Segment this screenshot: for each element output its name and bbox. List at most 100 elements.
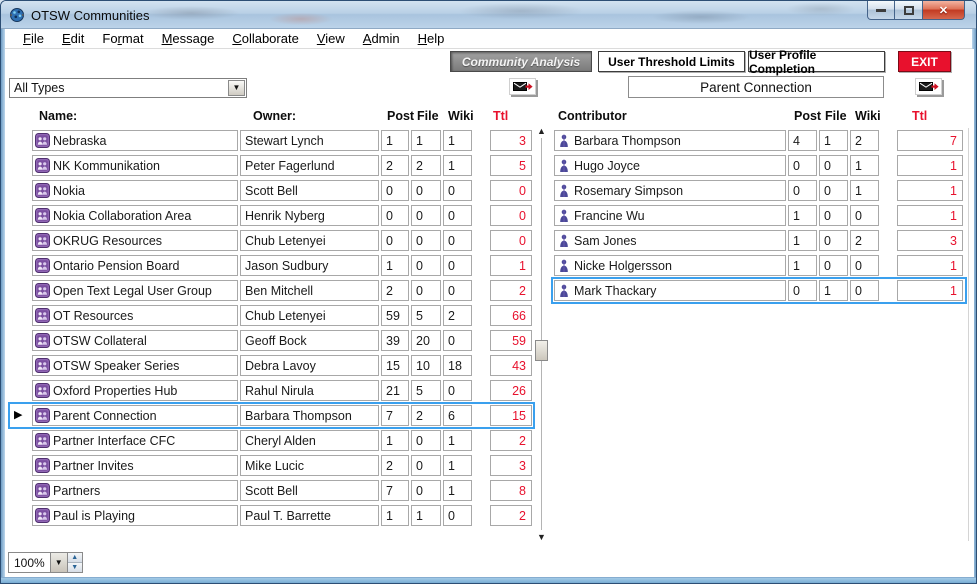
- community-row[interactable]: Partners Scott Bell 7 0 1 8: [11, 480, 532, 501]
- total-cell: 1: [490, 255, 532, 276]
- menu-edit[interactable]: Edit: [53, 31, 93, 46]
- menu-view[interactable]: View: [308, 31, 354, 46]
- file-count: 5: [416, 309, 423, 323]
- community-row[interactable]: OKRUG Resources Chub Letenyei 0 0 0 0: [11, 230, 532, 251]
- contributor-row[interactable]: Hugo Joyce 0 0 1 1: [554, 155, 964, 176]
- file-count: 10: [416, 359, 430, 373]
- close-button[interactable]: ✕: [923, 1, 965, 20]
- wiki-cell: 0: [443, 205, 472, 226]
- community-name-cell: Nokia Collaboration Area: [32, 205, 238, 226]
- total-cell: 7: [897, 130, 963, 151]
- file-count: 0: [416, 434, 423, 448]
- spinner-up-icon[interactable]: ▲: [68, 553, 82, 563]
- wiki-count: 1: [448, 459, 455, 473]
- minimize-button[interactable]: [867, 1, 895, 20]
- owner-cell: Henrik Nyberg: [240, 205, 379, 226]
- menu-help[interactable]: Help: [409, 31, 454, 46]
- community-row[interactable]: Ontario Pension Board Jason Sudbury 1 0 …: [11, 255, 532, 276]
- wiki-cell: 1: [850, 155, 879, 176]
- post-cell: 4: [788, 130, 817, 151]
- community-name-cell: Paul is Playing: [32, 505, 238, 526]
- wiki-count: 0: [855, 259, 862, 273]
- total-count: 1: [519, 259, 526, 273]
- community-row[interactable]: Open Text Legal User Group Ben Mitchell …: [11, 280, 532, 301]
- community-name-cell: Open Text Legal User Group: [32, 280, 238, 301]
- wiki-cell: 0: [443, 380, 472, 401]
- zoom-control[interactable]: 100% ▼ ▲ ▼: [8, 552, 83, 573]
- contributor-name-cell: Mark Thackary: [554, 280, 786, 301]
- total-count: 3: [519, 459, 526, 473]
- total-count: 26: [512, 384, 526, 398]
- contributor-row[interactable]: Barbara Thompson 4 1 2 7: [554, 130, 964, 151]
- window-title: OTSW Communities: [31, 8, 149, 23]
- community-icon: [35, 383, 50, 398]
- community-row[interactable]: OTSW Collateral Geoff Bock 39 20 0 59: [11, 330, 532, 351]
- community-name-cell: Partners: [32, 480, 238, 501]
- chevron-down-icon[interactable]: ▼: [228, 80, 245, 96]
- contributor-row[interactable]: Francine Wu 1 0 0 1: [554, 205, 964, 226]
- community-name: OTSW Speaker Series: [53, 359, 179, 373]
- post-count: 1: [386, 259, 393, 273]
- wiki-count: 1: [448, 484, 455, 498]
- community-row[interactable]: Oxford Properties Hub Rahul Nirula 21 5 …: [11, 380, 532, 401]
- scroll-down-icon[interactable]: ▼: [536, 532, 547, 542]
- zoom-spinner[interactable]: ▲ ▼: [67, 553, 82, 572]
- community-row[interactable]: ▶ Parent Connection Barbara Thompson 7 2…: [11, 405, 532, 426]
- wiki-cell: 0: [443, 505, 472, 526]
- file-count: 0: [416, 459, 423, 473]
- community-name: OT Resources: [53, 309, 133, 323]
- menu-message[interactable]: Message: [153, 31, 224, 46]
- menu-format[interactable]: Format: [93, 31, 152, 46]
- community-row[interactable]: Partner Interface CFC Cheryl Alden 1 0 1…: [11, 430, 532, 451]
- scrollbar-track[interactable]: [541, 138, 542, 530]
- contributor-row[interactable]: Rosemary Simpson 0 0 1 1: [554, 180, 964, 201]
- selected-community-field[interactable]: Parent Connection: [628, 76, 884, 98]
- tab-community-analysis[interactable]: Community Analysis: [450, 51, 592, 72]
- community-row[interactable]: Nokia Scott Bell 0 0 0 0: [11, 180, 532, 201]
- scrollbar-thumb[interactable]: [535, 340, 548, 361]
- tab-user-threshold-limits[interactable]: User Threshold Limits: [598, 51, 745, 72]
- send-mail-right-button[interactable]: [915, 78, 942, 95]
- community-row[interactable]: Paul is Playing Paul T. Barrette 1 1 0 2: [11, 505, 532, 526]
- community-row[interactable]: Nebraska Stewart Lynch 1 1 1 3: [11, 130, 532, 151]
- community-row[interactable]: OT Resources Chub Letenyei 59 5 2 66: [11, 305, 532, 326]
- community-row[interactable]: OTSW Speaker Series Debra Lavoy 15 10 18…: [11, 355, 532, 376]
- exit-button[interactable]: EXIT: [898, 51, 951, 72]
- menu-admin[interactable]: Admin: [354, 31, 409, 46]
- header-ttl: Ttl: [897, 109, 963, 123]
- tab-user-profile-completion[interactable]: User Profile Completion: [748, 51, 885, 72]
- contributor-name: Mark Thackary: [574, 284, 656, 298]
- communities-scrollbar[interactable]: ▲ ▼: [534, 126, 549, 542]
- owner-cell: Jason Sudbury: [240, 255, 379, 276]
- post-count: 0: [386, 209, 393, 223]
- file-cell: 5: [411, 305, 441, 326]
- wiki-cell: 1: [443, 480, 472, 501]
- type-filter-combobox[interactable]: All Types ▼: [9, 78, 247, 98]
- owner-name: Ben Mitchell: [245, 284, 313, 298]
- file-cell: 0: [819, 230, 848, 251]
- file-cell: 1: [819, 130, 848, 151]
- menu-file[interactable]: File: [14, 31, 53, 46]
- maximize-button[interactable]: [895, 1, 923, 20]
- community-row[interactable]: NK Kommunikation Peter Fagerlund 2 2 1 5: [11, 155, 532, 176]
- total-cell: 8: [490, 480, 532, 501]
- contributor-row[interactable]: Sam Jones 1 0 2 3: [554, 230, 964, 251]
- send-mail-left-button[interactable]: [509, 78, 536, 95]
- file-count: 1: [824, 134, 831, 148]
- scroll-up-icon[interactable]: ▲: [536, 126, 547, 136]
- community-name-cell: Oxford Properties Hub: [32, 380, 238, 401]
- community-name-cell: Nokia: [32, 180, 238, 201]
- app-icon: [9, 7, 25, 23]
- total-cell: 15: [490, 405, 532, 426]
- total-count: 1: [950, 284, 957, 298]
- contributor-row[interactable]: Nicke Holgersson 1 0 0 1: [554, 255, 964, 276]
- community-row[interactable]: Nokia Collaboration Area Henrik Nyberg 0…: [11, 205, 532, 226]
- menu-collaborate[interactable]: Collaborate: [223, 31, 308, 46]
- header-wiki: Wiki: [850, 109, 879, 123]
- spinner-down-icon[interactable]: ▼: [68, 563, 82, 572]
- post-cell: 0: [381, 180, 409, 201]
- wiki-count: 18: [448, 359, 462, 373]
- community-row[interactable]: Partner Invites Mike Lucic 2 0 1 3: [11, 455, 532, 476]
- zoom-dropdown-button[interactable]: ▼: [50, 553, 67, 572]
- contributor-row[interactable]: Mark Thackary 0 1 0 1: [554, 280, 964, 301]
